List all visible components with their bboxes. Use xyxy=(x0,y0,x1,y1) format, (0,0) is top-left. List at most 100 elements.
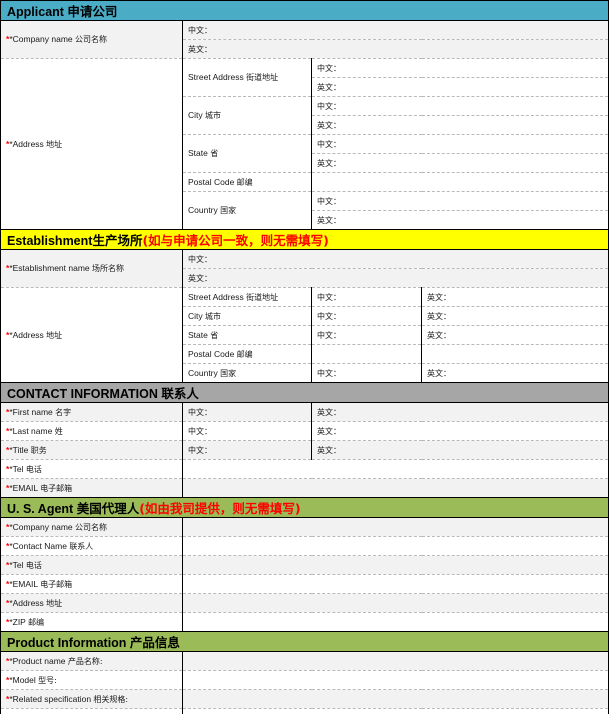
field-contact-first-name-cn[interactable]: 中文： xyxy=(182,402,312,422)
sublabel-applicant-state: State 省 xyxy=(182,134,312,173)
sublabel-applicant-country-en: Country xyxy=(188,205,221,215)
field-applicant-city-en[interactable]: 英文： xyxy=(311,115,609,135)
field-contact-tel[interactable] xyxy=(182,459,609,479)
row-product-main-export-area: **Main export area 主要出口地区: xyxy=(0,708,609,714)
field-applicant-street-cn[interactable]: 中文： xyxy=(311,58,609,78)
field-applicant-city-cn[interactable]: 中文： xyxy=(311,96,609,116)
sublabel-establishment-city-en: City xyxy=(188,310,205,321)
sublabel-establishment-postal-code: Postal Code 邮编 xyxy=(182,344,312,364)
field-establishment-country-en[interactable]: 英文： xyxy=(421,363,609,383)
row-establishment-name-cn: **Establishment name 场所名称 中文： xyxy=(0,249,609,288)
applicant-company-name-cn-prefix: 中文： xyxy=(188,25,212,35)
applicant-state-cn-prefix: 中文： xyxy=(317,139,341,149)
label-product-model-cn: 型号: xyxy=(38,675,57,685)
establishment-name-cn-prefix: 中文： xyxy=(188,254,212,264)
section-header-agent: U. S. Agent 美国代理人(如由我司提供，则无需填写) xyxy=(0,497,609,518)
sublabel-establishment-country-en: Country xyxy=(188,367,221,378)
application-form-table: Applicant 申请公司 **Company name 公司名称 中文： 英… xyxy=(0,0,609,714)
section-title-establishment-en: Establishment xyxy=(7,234,93,248)
row-contact-first-name: **First name 名字 中文： 英文： xyxy=(0,402,609,422)
label-product-related-specification-en: *Related specification xyxy=(9,693,94,704)
label-contact-first-name: **First name 名字 xyxy=(0,402,183,422)
applicant-country-cn-prefix: 中文： xyxy=(317,196,341,206)
label-product-name-cn: 产品名称: xyxy=(67,656,103,666)
field-establishment-street-cn[interactable]: 中文： xyxy=(311,287,422,307)
field-establishment-state-en[interactable]: 英文： xyxy=(421,325,609,345)
label-applicant-address: **Address 地址 xyxy=(0,58,183,230)
sublabel-establishment-state: State 省 xyxy=(182,325,312,345)
field-applicant-country-en[interactable]: 英文： xyxy=(311,210,609,230)
applicant-street-en-prefix: 英文： xyxy=(317,82,341,92)
applicant-street-cn-prefix: 中文： xyxy=(317,63,341,73)
label-agent-contact-name: **Contact Name 联系人 xyxy=(0,536,183,556)
field-applicant-postal-code[interactable] xyxy=(311,172,609,192)
field-establishment-postal-en[interactable] xyxy=(421,344,609,364)
section-title-contact-en: CONTACT INFORMATION xyxy=(7,387,162,401)
field-contact-last-name-en[interactable]: 英文： xyxy=(311,421,609,441)
label-applicant-company-name-en: *Company name xyxy=(9,34,75,44)
applicant-country-en-prefix: 英文： xyxy=(317,215,341,225)
establishment-country-cn-prefix: 中文： xyxy=(317,368,341,378)
field-applicant-street-en[interactable]: 英文： xyxy=(311,77,609,97)
field-agent-tel[interactable] xyxy=(182,555,609,575)
field-applicant-state-en[interactable]: 英文： xyxy=(311,153,609,173)
field-establishment-street-en[interactable]: 英文： xyxy=(421,287,609,307)
label-contact-first-name-en: *First name xyxy=(9,406,56,417)
sublabel-applicant-country-cn: 国家 xyxy=(220,206,237,215)
label-agent-email-en: *EMAIL xyxy=(9,578,41,589)
field-product-model[interactable] xyxy=(182,670,609,690)
field-establishment-state-cn[interactable]: 中文： xyxy=(311,325,422,345)
field-establishment-city-cn[interactable]: 中文： xyxy=(311,306,422,326)
label-establishment-name-en: *Establishment name xyxy=(9,263,92,273)
label-contact-last-name-cn: 姓 xyxy=(54,426,63,436)
field-establishment-name-cn[interactable]: 中文： xyxy=(182,249,609,269)
sublabel-applicant-city: City 城市 xyxy=(182,96,312,135)
label-contact-title: **Title 职务 xyxy=(0,440,183,460)
field-agent-email[interactable] xyxy=(182,574,609,594)
label-agent-company-name-en: *Company name xyxy=(9,521,75,532)
section-title-product-en: Product Information xyxy=(7,636,130,650)
field-contact-first-name-en[interactable]: 英文： xyxy=(311,402,609,422)
contact-last-name-en-prefix: 英文： xyxy=(317,426,341,436)
field-product-name[interactable] xyxy=(182,651,609,671)
field-agent-contact-name[interactable] xyxy=(182,536,609,556)
field-applicant-country-cn[interactable]: 中文： xyxy=(311,191,609,211)
field-contact-title-cn[interactable]: 中文： xyxy=(182,440,312,460)
sublabel-establishment-street-address: Street Address 街道地址 xyxy=(182,287,312,307)
field-establishment-city-en[interactable]: 英文： xyxy=(421,306,609,326)
label-applicant-address-cn: 地址 xyxy=(46,139,63,149)
form-page: Applicant 申请公司 **Company name 公司名称 中文： 英… xyxy=(0,0,615,714)
label-establishment-address: **Address 地址 xyxy=(0,287,183,383)
label-agent-tel-en: *Tel xyxy=(9,559,26,570)
contact-first-name-cn-prefix: 中文： xyxy=(188,407,212,417)
label-contact-title-en: *Title xyxy=(9,444,31,455)
field-product-related-specification[interactable] xyxy=(182,689,609,709)
label-contact-last-name: **Last name 姓 xyxy=(0,421,183,441)
field-applicant-company-name-en[interactable]: 英文： xyxy=(182,39,609,59)
field-applicant-company-name-cn[interactable]: 中文： xyxy=(182,20,609,40)
row-agent-zip: **ZIP 邮编 xyxy=(0,612,609,632)
row-contact-tel: **Tel 电话 xyxy=(0,459,609,479)
field-product-main-export-area[interactable] xyxy=(182,708,609,714)
field-contact-title-en[interactable]: 英文： xyxy=(311,440,609,460)
label-product-related-specification-cn: 相关规格: xyxy=(93,694,129,704)
sublabel-applicant-state-en: State xyxy=(188,148,211,158)
field-contact-email[interactable] xyxy=(182,478,609,498)
field-agent-company-name[interactable] xyxy=(182,517,609,537)
field-contact-last-name-cn[interactable]: 中文： xyxy=(182,421,312,441)
label-establishment-address-cn: 地址 xyxy=(46,330,63,340)
field-establishment-country-cn[interactable]: 中文： xyxy=(311,363,422,383)
field-agent-address[interactable] xyxy=(182,593,609,613)
field-applicant-state-cn[interactable]: 中文： xyxy=(311,134,609,154)
field-agent-zip[interactable] xyxy=(182,612,609,632)
establishment-state-cn-prefix: 中文： xyxy=(317,330,341,340)
sublabel-establishment-postal-code-en: Postal Code xyxy=(188,348,237,359)
sublabel-applicant-city-en: City xyxy=(188,110,205,120)
field-establishment-postal-cn[interactable] xyxy=(311,344,422,364)
field-establishment-name-en[interactable]: 英文： xyxy=(182,268,609,288)
label-agent-address-en: *Address xyxy=(9,597,47,608)
label-agent-email-cn: 电子邮箱 xyxy=(40,579,73,589)
sublabel-applicant-postal-code: Postal Code 邮编 xyxy=(182,172,312,192)
label-applicant-company-name: **Company name 公司名称 xyxy=(0,20,183,59)
row-agent-tel: **Tel 电话 xyxy=(0,555,609,575)
